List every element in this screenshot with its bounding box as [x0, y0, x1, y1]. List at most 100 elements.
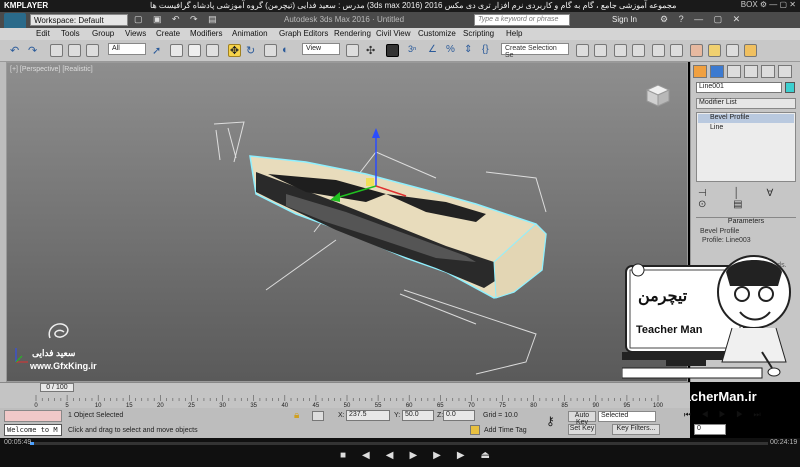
- scale-icon[interactable]: [264, 44, 277, 57]
- stack-item-line[interactable]: Line: [698, 124, 794, 133]
- layer-explorer-icon[interactable]: [614, 44, 627, 57]
- next-icon[interactable]: ▶▶: [433, 450, 480, 461]
- x-coordinate-field[interactable]: 237.5: [346, 410, 390, 421]
- time-tag-icon[interactable]: [470, 425, 480, 435]
- reference-coordinate-dropdown[interactable]: View: [302, 43, 340, 55]
- viewcube[interactable]: [643, 82, 673, 108]
- menu-animation[interactable]: Animation: [232, 29, 268, 38]
- maxscript-listener-output[interactable]: [4, 410, 62, 422]
- lock-selection-icon[interactable]: 🔒︎: [294, 410, 299, 421]
- menu-views[interactable]: Views: [125, 29, 146, 38]
- bind-space-warp-icon[interactable]: [86, 44, 99, 57]
- align-icon[interactable]: [594, 44, 607, 57]
- unlink-icon[interactable]: [68, 44, 81, 57]
- auto-key-button[interactable]: Auto Key: [568, 411, 596, 426]
- rect-selection-icon[interactable]: [188, 44, 201, 57]
- seek-bar[interactable]: [30, 442, 768, 445]
- object-color-swatch[interactable]: [785, 82, 795, 93]
- player-window-buttons[interactable]: BOX ⚙ — ▢ ✕: [741, 0, 796, 9]
- undo-icon[interactable]: ↶: [10, 44, 23, 57]
- playback-controls[interactable]: ⏮ ◀ ▶ ▶ ⏭: [684, 410, 765, 420]
- timeline-tick-label: 60: [406, 403, 413, 407]
- stop-icon[interactable]: ■: [340, 450, 362, 461]
- graphite-toggle-icon[interactable]: [632, 44, 645, 57]
- material-editor-icon[interactable]: [690, 44, 703, 57]
- menu-rendering[interactable]: Rendering: [334, 29, 371, 38]
- time-slider[interactable]: 0 / 100: [40, 383, 74, 392]
- quick-access-icons[interactable]: ▢ ▣ ↶ ↷ ▤: [134, 14, 221, 25]
- stack-item-bevel-profile[interactable]: Bevel Profile: [698, 114, 794, 123]
- angle-snap-icon[interactable]: ∠: [428, 44, 441, 57]
- set-key-button[interactable]: Set Key: [568, 424, 596, 435]
- z-coordinate-field[interactable]: 0.0: [443, 410, 475, 421]
- previous-icon[interactable]: ◀◀: [362, 450, 409, 461]
- menu-graph-editors[interactable]: Graph Editors: [279, 29, 328, 38]
- menu-help[interactable]: Help: [506, 29, 522, 38]
- key-mode-dropdown[interactable]: Selected: [598, 411, 656, 422]
- select-by-name-icon[interactable]: [170, 44, 183, 57]
- timeline-tick-label: 15: [126, 403, 133, 407]
- absolute-mode-icon[interactable]: [312, 411, 324, 421]
- player-buttons[interactable]: ■◀◀▶▶▶⏏: [340, 450, 506, 461]
- menu-modifiers[interactable]: Modifiers: [190, 29, 222, 38]
- utilities-tab-icon[interactable]: [778, 65, 792, 78]
- move-icon[interactable]: ✥: [228, 44, 241, 57]
- rotate-icon[interactable]: ↻: [246, 44, 259, 57]
- modify-tab-icon[interactable]: [710, 65, 724, 78]
- parameters-rollout[interactable]: Parameters: [696, 217, 796, 226]
- play-icon[interactable]: ▶: [409, 450, 433, 461]
- display-tab-icon[interactable]: [761, 65, 775, 78]
- object-name-field[interactable]: Line001: [696, 82, 782, 93]
- menu-customize[interactable]: Customize: [418, 29, 456, 38]
- redo-icon[interactable]: ↷: [28, 44, 41, 57]
- add-time-tag-button[interactable]: Add Time Tag: [484, 427, 527, 434]
- timeline-ruler[interactable]: 0 5 10 15 20 25 30 35 40 45 50 55 60 65 70 75 80 85 90 95 10…: [8, 395, 678, 407]
- snaps-icon[interactable]: 3ⁿ: [408, 44, 421, 57]
- selection-filter-dropdown[interactable]: All: [108, 43, 146, 55]
- hierarchy-tab-icon[interactable]: [727, 65, 741, 78]
- render-setup-icon[interactable]: [708, 44, 721, 57]
- y-coordinate-field[interactable]: 50.0: [402, 410, 434, 421]
- rendered-frame-icon[interactable]: [726, 44, 739, 57]
- curve-editor-icon[interactable]: [652, 44, 665, 57]
- teacher-man-logo: [622, 255, 791, 379]
- menu-civil-view[interactable]: Civil View: [376, 29, 411, 38]
- search-input[interactable]: Type a keyword or phrase: [474, 14, 570, 26]
- spinner-snap-icon[interactable]: ⇕: [464, 44, 477, 57]
- workspace-dropdown[interactable]: Workspace: Default: [30, 14, 128, 26]
- select-object-icon[interactable]: ➚: [152, 44, 165, 57]
- keyboard-shortcut-icon[interactable]: [386, 44, 399, 57]
- mirror-icon[interactable]: [576, 44, 589, 57]
- watermark-url: www.GfxKing.ir: [30, 361, 97, 371]
- menu-group[interactable]: Group: [92, 29, 114, 38]
- schematic-view-icon[interactable]: [670, 44, 683, 57]
- create-tab-icon[interactable]: [693, 65, 707, 78]
- timeline-tick-label: 25: [188, 403, 195, 407]
- current-frame-field[interactable]: 0: [694, 424, 726, 435]
- menu-create[interactable]: Create: [156, 29, 180, 38]
- help-icons[interactable]: ⚙ ? — ▢ ✕: [660, 14, 744, 25]
- render-icon[interactable]: [744, 44, 757, 57]
- place-icon[interactable]: ◐: [282, 44, 295, 57]
- window-crossing-icon[interactable]: [206, 44, 219, 57]
- stack-tools-icons[interactable]: ⊣ │ ∀ ⊙ ▤: [698, 188, 800, 210]
- percent-snap-icon[interactable]: %: [446, 44, 459, 57]
- eject-icon[interactable]: ⏏: [481, 450, 506, 461]
- motion-tab-icon[interactable]: [744, 65, 758, 78]
- edit-named-selection-icon[interactable]: {}: [482, 44, 495, 57]
- pivot-icon[interactable]: [346, 44, 359, 57]
- menu-tools[interactable]: Tools: [61, 29, 80, 38]
- manipulate-icon[interactable]: ✣: [366, 44, 379, 57]
- link-icon[interactable]: [50, 44, 63, 57]
- timeline-tick-label: 90: [592, 403, 599, 407]
- modifier-list-dropdown[interactable]: Modifier List: [696, 98, 796, 109]
- sign-in-button[interactable]: Sign In: [612, 15, 637, 24]
- scene-objects[interactable]: [6, 62, 688, 382]
- set-key-icon[interactable]: ⚷: [546, 414, 555, 428]
- named-selection-set-dropdown[interactable]: Create Selection Se: [501, 43, 569, 59]
- key-filters-button[interactable]: Key Filters...: [612, 424, 660, 435]
- timeline-tick-label: 20: [157, 403, 164, 407]
- menu-edit[interactable]: Edit: [36, 29, 50, 38]
- menu-scripting[interactable]: Scripting: [463, 29, 494, 38]
- maxscript-listener-input[interactable]: Welcome to M: [4, 424, 62, 436]
